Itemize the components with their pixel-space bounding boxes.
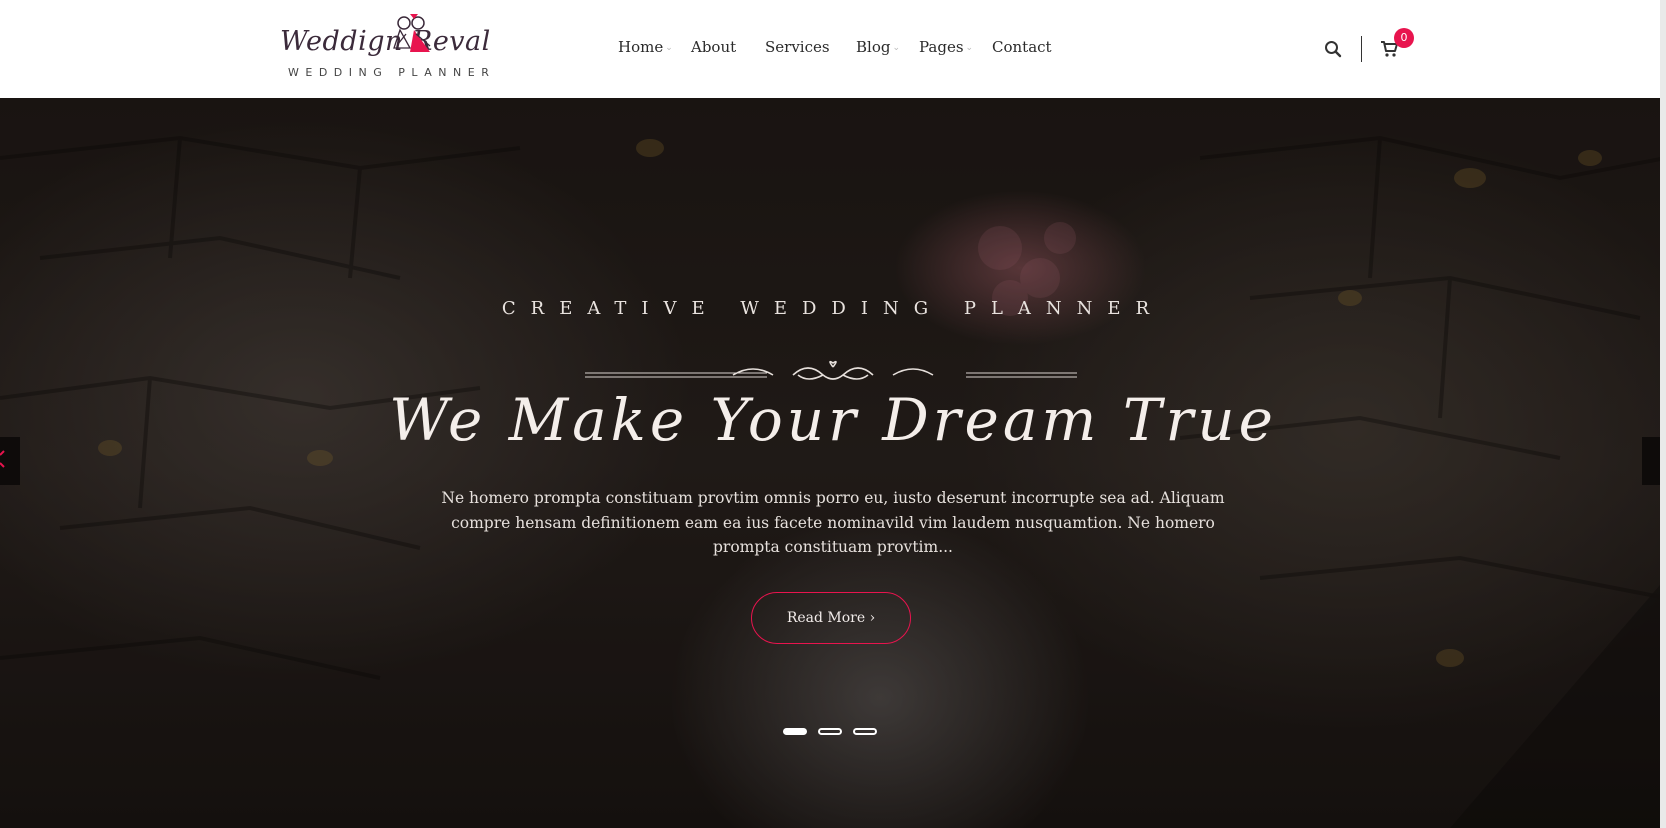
hero-slider: CREATIVE WEDDING PLANNER We Make Your Dr…: [0, 98, 1666, 828]
hero-subtitle: CREATIVE WEDDING PLANNER: [501, 298, 1165, 319]
nav-about-label: About: [691, 38, 737, 56]
nav-contact-label: Contact: [992, 38, 1052, 56]
chevron-down-icon: ⌄: [965, 43, 974, 53]
nav-home-label: Home: [618, 38, 664, 56]
slider-dot-3[interactable]: [853, 728, 877, 735]
couple-icon: [393, 14, 431, 52]
hero-description: Ne homero prompta constituam provtim omn…: [441, 489, 1225, 556]
nav-blog[interactable]: Blog ⌄: [856, 38, 900, 56]
chevron-down-icon: ⌄: [892, 43, 900, 53]
nav-services[interactable]: Services: [765, 38, 830, 56]
site-header: Weddign Reval WEDDING PLANNER Home ⌄ Abou…: [0, 0, 1666, 98]
search-button[interactable]: [1324, 40, 1344, 60]
read-more-button[interactable]: Read More ›: [751, 592, 911, 644]
slider-dot-2[interactable]: [818, 728, 842, 735]
search-icon: [1325, 41, 1342, 58]
nav-pages-label: Pages: [919, 38, 964, 56]
hero-title: We Make Your Dream True: [389, 386, 1277, 454]
logo-tagline: WEDDING PLANNER: [288, 66, 496, 79]
nav-services-label: Services: [765, 38, 830, 56]
nav-contact[interactable]: Contact: [992, 38, 1052, 56]
cart-count-badge: 0: [1394, 28, 1414, 48]
slider-prev-button[interactable]: [0, 437, 20, 485]
chevron-left-icon: [0, 450, 5, 468]
slider-dot-1[interactable]: [783, 728, 807, 735]
nav-about[interactable]: About: [691, 38, 736, 56]
header-divider: [1361, 36, 1362, 62]
nav-blog-label: Blog: [856, 38, 891, 56]
hero-overlay: [0, 98, 1666, 828]
chevron-down-icon: ⌄: [665, 43, 673, 53]
nav-home[interactable]: Home ⌄: [618, 38, 673, 56]
page-scrollbar[interactable]: [1660, 0, 1666, 828]
nav-pages[interactable]: Pages ⌄: [919, 38, 973, 56]
site-logo[interactable]: Weddign Reval WEDDING PLANNER: [280, 14, 510, 84]
